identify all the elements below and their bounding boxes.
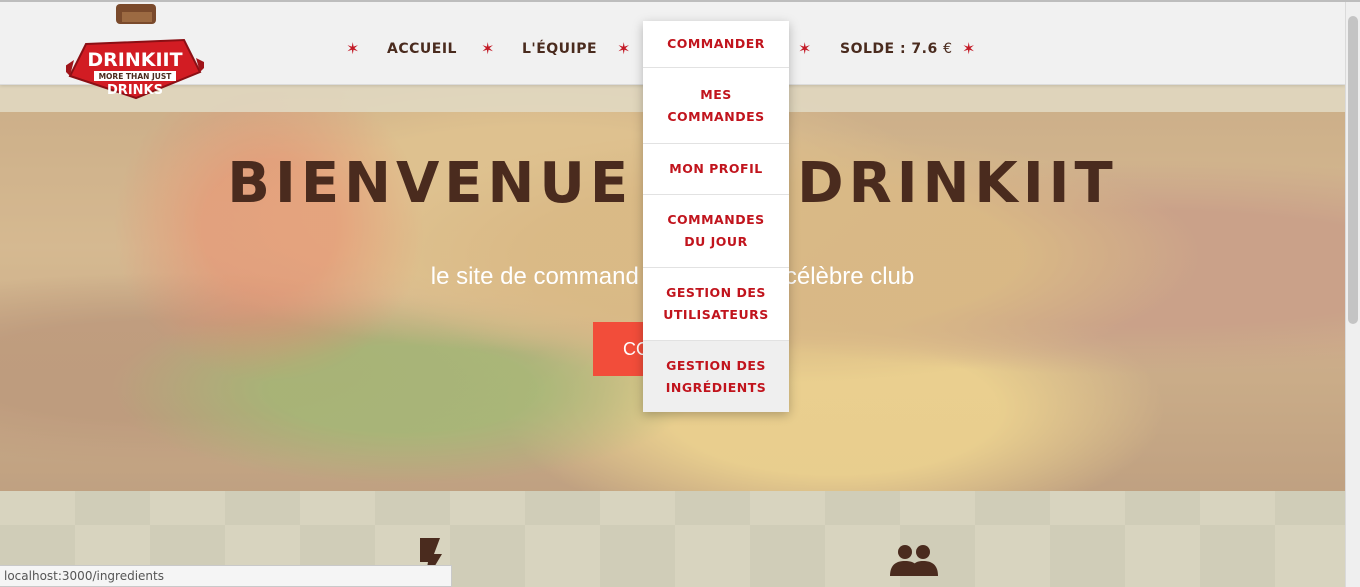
- menu-item-line: MES: [700, 86, 732, 102]
- star-icon: ✶: [481, 41, 495, 58]
- menu-item-label: COMMANDES DU JOUR: [667, 209, 764, 253]
- hero-subtitle-left: le site de command: [430, 263, 639, 290]
- menu-item-line: GESTION DES: [666, 357, 766, 373]
- hero-title-left: BIENVENUE: [227, 151, 634, 216]
- vertical-scrollbar[interactable]: [1345, 2, 1360, 587]
- menu-item-label: MON PROFIL: [669, 158, 762, 180]
- drinkiit-logo[interactable]: DRINKIIT MORE THAN JUST DRINKS: [66, 2, 204, 104]
- logo-text-main: DRINKIIT: [87, 49, 182, 71]
- menu-item-mon-profil[interactable]: MON PROFIL: [643, 144, 789, 195]
- logo-text-drinks: DRINKS: [107, 83, 163, 98]
- menu-item-gestion-utilisateurs[interactable]: GESTION DES UTILISATEURS: [643, 268, 789, 341]
- star-icon: ✶: [617, 41, 631, 58]
- solde-label: SOLDE : 7.6: [840, 41, 938, 57]
- menu-item-label: MES COMMANDES: [667, 84, 764, 128]
- menu-item-line: COMMANDES: [667, 212, 765, 227]
- menu-item-line: DU JOUR: [684, 234, 748, 249]
- menu-item-mes-commandes[interactable]: MES COMMANDES: [643, 68, 789, 144]
- menu-item-gestion-ingredients[interactable]: GESTION DES INGRÉDIENTS: [643, 341, 789, 412]
- menu-item-line: COMMANDER: [667, 36, 765, 51]
- status-bar-url: localhost:3000/ingredients: [0, 565, 452, 587]
- window-top-border: [0, 0, 1360, 2]
- star-icon: ✶: [962, 41, 976, 58]
- hero-subtitle-right: célèbre club: [784, 263, 915, 290]
- menu-item-commandes-du-jour[interactable]: COMMANDES DU JOUR: [643, 195, 789, 268]
- menu-item-line: MON PROFIL: [669, 161, 763, 176]
- menu-item-label: COMMANDER: [667, 33, 765, 55]
- menu-item-line: UTILISATEURS: [663, 307, 769, 322]
- logo-text-tagline: MORE THAN JUST: [99, 72, 173, 81]
- menu-item-line: INGRÉDIENTS: [665, 379, 767, 395]
- nav-solde[interactable]: SOLDE : 7.6 €: [840, 41, 953, 57]
- menu-item-label: GESTION DES UTILISATEURS: [663, 282, 769, 326]
- menu-item-line: COMMANDES: [667, 108, 765, 124]
- nav-accueil[interactable]: ACCUEIL: [387, 41, 457, 57]
- menu-item-label: GESTION DES INGRÉDIENTS: [666, 355, 767, 399]
- menu-item-line: GESTION DES: [666, 285, 766, 300]
- star-icon: ✶: [798, 41, 812, 58]
- account-dropdown-menu: COMMANDER MES COMMANDES MON PROFIL COMMAN…: [643, 21, 789, 412]
- hero-title-right: DRINKIIT: [797, 151, 1118, 216]
- users-icon: [890, 545, 938, 576]
- scrollbar-thumb[interactable]: [1348, 16, 1358, 324]
- currency-symbol: €: [943, 41, 953, 57]
- menu-item-commander[interactable]: COMMANDER: [643, 21, 789, 68]
- nav-equipe[interactable]: L'ÉQUIPE: [522, 41, 597, 57]
- star-icon: ✶: [346, 41, 360, 58]
